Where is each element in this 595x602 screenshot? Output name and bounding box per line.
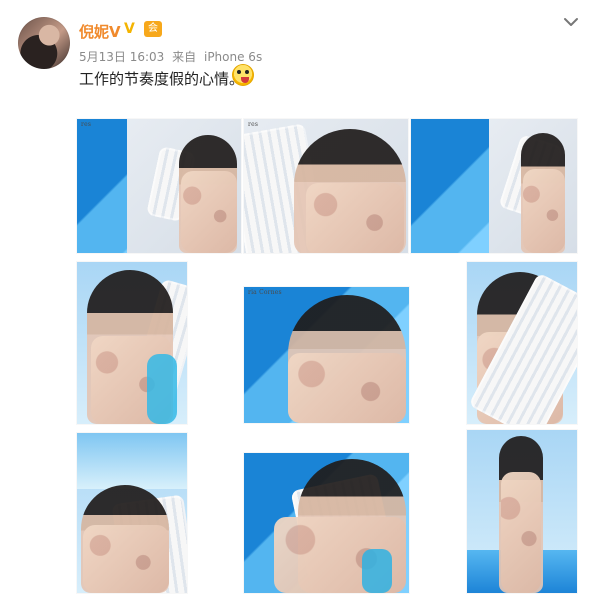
dress — [83, 525, 169, 593]
device-label[interactable]: iPhone 6s — [204, 50, 262, 64]
timestamp[interactable]: 5月13日 16:03 — [79, 50, 164, 64]
dress — [523, 169, 565, 253]
pillow — [362, 549, 392, 593]
post-meta: 5月13日 16:03 来自 iPhone 6s — [79, 48, 266, 65]
tongue-out-emoji-tongue — [241, 77, 249, 83]
avatar[interactable] — [18, 17, 70, 69]
vip-badge-icon: 会员 — [144, 21, 162, 50]
dress — [306, 183, 404, 253]
photo-7[interactable] — [77, 433, 187, 593]
photo-9[interactable] — [467, 430, 577, 593]
username[interactable]: 倪妮V — [79, 21, 121, 42]
photo-3[interactable] — [411, 119, 577, 253]
sky-strip — [77, 433, 187, 489]
verified-badge-icon: V — [124, 21, 135, 37]
dress — [288, 353, 406, 423]
chevron-down-icon[interactable] — [563, 16, 579, 28]
photo-2-caption: res — [248, 121, 259, 128]
photo-grid: res res ria Cornes — [77, 95, 577, 595]
dress — [501, 472, 541, 593]
photo-5[interactable]: ria Cornes — [244, 287, 409, 423]
photo-2[interactable]: res — [244, 119, 408, 253]
pillow — [147, 354, 177, 424]
photo-5-caption: ria Cornes — [248, 289, 282, 296]
photo-1-caption: res — [81, 121, 92, 128]
photo-6[interactable] — [467, 262, 577, 424]
photo-1[interactable]: res — [77, 119, 241, 253]
source-label: 来自 — [172, 50, 197, 64]
tongue-out-emoji-icon — [232, 64, 254, 86]
dress — [181, 171, 237, 253]
photo-8[interactable] — [244, 453, 409, 593]
photo-4[interactable] — [77, 262, 187, 424]
weibo-post: 倪妮V V 会员 5月13日 16:03 来自 iPhone 6s 工作的节奏度… — [0, 0, 595, 602]
post-text: 工作的节奏度假的心情。 — [79, 70, 245, 88]
